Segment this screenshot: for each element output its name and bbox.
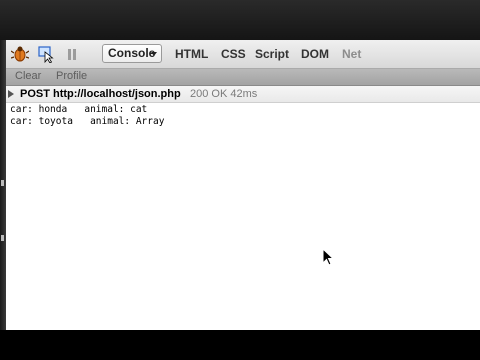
console-output: car: honda animal: cat car: toyota animal… — [10, 104, 164, 128]
firebug-icon[interactable] — [11, 45, 29, 63]
request-status: 200 OK 42ms — [190, 88, 258, 100]
expand-arrow-icon[interactable] — [8, 90, 14, 98]
pause-icon[interactable] — [63, 45, 81, 63]
mouse-cursor-icon — [322, 248, 334, 266]
firebug-toolbar: Console HTML CSS Script DOM Net — [6, 40, 480, 69]
request-url[interactable]: http://localhost/json.php — [53, 88, 181, 100]
edge-mark — [1, 180, 4, 186]
console-line: car: toyota animal: Array — [10, 116, 165, 127]
chevron-down-icon — [151, 52, 157, 56]
request-method: POST — [20, 88, 50, 100]
profile-button[interactable]: Profile — [56, 70, 87, 82]
tab-net[interactable]: Net — [342, 47, 361, 61]
inspect-icon[interactable] — [37, 45, 55, 63]
edge-mark — [1, 235, 4, 241]
firebug-panel: Console HTML CSS Script DOM Net Clear Pr… — [6, 40, 480, 330]
desktop-top-band — [0, 0, 480, 40]
screen-frame: Console HTML CSS Script DOM Net Clear Pr… — [0, 0, 480, 360]
desktop-bottom-band — [0, 330, 480, 360]
request-row[interactable]: POST http://localhost/json.php 200 OK 42… — [6, 86, 480, 103]
console-subbar: Clear Profile — [6, 69, 480, 86]
clear-button[interactable]: Clear — [15, 70, 41, 82]
tab-html[interactable]: HTML — [175, 47, 208, 61]
tab-dom[interactable]: DOM — [301, 47, 329, 61]
tab-script[interactable]: Script — [255, 47, 289, 61]
console-line: car: honda animal: cat — [10, 104, 148, 115]
tab-css[interactable]: CSS — [221, 47, 246, 61]
console-tab[interactable]: Console — [102, 44, 162, 63]
console-tab-label: Console — [108, 46, 156, 60]
